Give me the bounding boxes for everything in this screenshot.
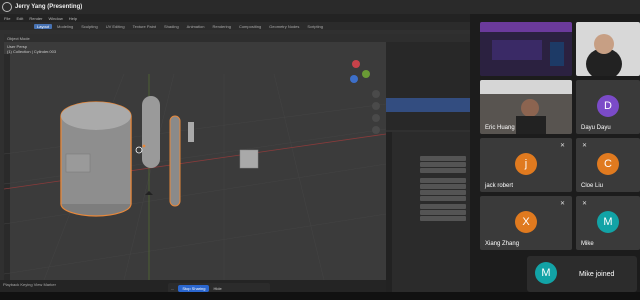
- zoom-icon: [2, 2, 12, 12]
- participant-name: Eric Huang: [485, 125, 515, 131]
- outliner-row[interactable]: [386, 63, 470, 70]
- rotation-z-field[interactable]: [420, 190, 466, 195]
- tab-sculpting[interactable]: Sculpting: [78, 24, 100, 29]
- participant-avatar: j: [515, 153, 537, 175]
- participant-name: Cloe Liu: [581, 183, 604, 189]
- toast-message: Mike joined: [579, 271, 615, 278]
- video-feed-image: [480, 22, 572, 76]
- rotation-mode-field[interactable]: [420, 196, 466, 201]
- participant-video-tile[interactable]: [480, 22, 572, 76]
- menu-edit[interactable]: Edit: [16, 16, 23, 21]
- outliner-row[interactable]: [386, 49, 470, 56]
- tab-rendering[interactable]: Rendering: [209, 24, 233, 29]
- outliner[interactable]: [386, 34, 470, 130]
- tab-texture-paint[interactable]: Texture Paint: [130, 24, 159, 29]
- tab-compositing[interactable]: Compositing: [236, 24, 264, 29]
- title-bar: Jerry Yang (Presenting): [0, 0, 640, 14]
- participant-tile[interactable]: ✕ j jack robert: [480, 138, 572, 192]
- location-x-field[interactable]: [420, 156, 466, 161]
- participant-video-tile[interactable]: [576, 22, 640, 76]
- scale-z-field[interactable]: [420, 216, 466, 221]
- cube-object[interactable]: [239, 149, 259, 169]
- participant-name: jack robert: [485, 183, 514, 189]
- rotation-x-field[interactable]: [420, 178, 466, 183]
- scale-x-field[interactable]: [420, 204, 466, 209]
- tab-modeling[interactable]: Modeling: [54, 24, 76, 29]
- participant-tile[interactable]: ✕ M Mike: [576, 196, 640, 250]
- participant-avatar: M: [597, 211, 619, 233]
- participant-avatar: X: [515, 211, 537, 233]
- participant-tile[interactable]: D Dayu Dayu: [576, 80, 640, 134]
- tab-uv-editing[interactable]: UV Editing: [103, 24, 128, 29]
- toast-avatar: M: [535, 262, 557, 284]
- blender-window: File Edit Render Window Help Layout Mode…: [0, 14, 470, 292]
- outliner-row[interactable]: [386, 84, 470, 91]
- participant-avatar: D: [597, 95, 619, 117]
- menu-file[interactable]: File: [4, 16, 10, 21]
- participant-avatar: C: [597, 153, 619, 175]
- navigation-gizmo[interactable]: [350, 60, 370, 83]
- stop-sharing-button[interactable]: Stop Sharing: [178, 284, 210, 292]
- blender-menubar: File Edit Render Window Help: [0, 14, 470, 22]
- participant-name: Xiang Zhang: [485, 241, 520, 247]
- sharing-status-text: ...: [171, 285, 175, 291]
- outliner-row[interactable]: [386, 70, 470, 77]
- muted-mic-icon: ✕: [560, 143, 566, 149]
- origin-point: [142, 144, 146, 148]
- 3d-cursor-icon: [135, 146, 143, 154]
- participant-tile[interactable]: ✕ X Xiang Zhang: [480, 196, 572, 250]
- 3d-viewport[interactable]: Object Mode User Persp (1) Collection | …: [4, 34, 386, 280]
- outliner-row[interactable]: [386, 56, 470, 63]
- hide-button[interactable]: Hide: [213, 286, 221, 291]
- thin-cylinder[interactable]: [142, 96, 160, 168]
- tab-scripting[interactable]: Scripting: [304, 24, 326, 29]
- join-notification[interactable]: M Mike joined: [527, 256, 637, 292]
- taskbar: [0, 292, 640, 300]
- location-z-field[interactable]: [420, 168, 466, 173]
- gallery-top: [470, 14, 640, 22]
- workspace-tabs: Layout Modeling Sculpting UV Editing Tex…: [0, 22, 470, 30]
- menu-help[interactable]: Help: [69, 16, 77, 21]
- participant-tile[interactable]: ✕ C Cloe Liu: [576, 138, 640, 192]
- small-pillar[interactable]: [188, 122, 194, 142]
- muted-mic-icon: ✕: [582, 143, 588, 149]
- muted-mic-icon: ✕: [560, 201, 566, 207]
- tab-animation[interactable]: Animation: [184, 24, 208, 29]
- location-y-field[interactable]: [420, 162, 466, 167]
- rotation-y-field[interactable]: [420, 184, 466, 189]
- outliner-row-selected[interactable]: [386, 105, 470, 112]
- camera-icon[interactable]: [145, 191, 153, 195]
- window-title: Jerry Yang (Presenting): [15, 4, 83, 10]
- outliner-row[interactable]: [386, 42, 470, 49]
- timeline-playback[interactable]: Playback: [3, 282, 19, 287]
- viewport-nav-buttons[interactable]: [372, 90, 380, 134]
- participant-video-tile[interactable]: Eric Huang: [480, 80, 572, 134]
- muted-mic-icon: ✕: [582, 201, 588, 207]
- outliner-row[interactable]: [386, 91, 470, 98]
- outliner-row[interactable]: [386, 77, 470, 84]
- outliner-row[interactable]: [386, 112, 470, 119]
- tab-geometry-nodes[interactable]: Geometry Nodes: [266, 24, 302, 29]
- scene-canvas: [4, 60, 386, 280]
- timeline-marker[interactable]: Marker: [43, 282, 55, 287]
- outliner-row-selected[interactable]: [386, 98, 470, 105]
- video-feed-image: [576, 22, 640, 76]
- participant-name: Dayu Dayu: [581, 125, 611, 131]
- outliner-header: [386, 34, 470, 42]
- participant-name: Mike: [581, 241, 594, 247]
- properties-panel[interactable]: [386, 132, 470, 292]
- menu-render[interactable]: Render: [29, 16, 42, 21]
- timeline-view[interactable]: View: [34, 282, 43, 287]
- timeline-keying[interactable]: Keying: [20, 282, 32, 287]
- scale-y-field[interactable]: [420, 210, 466, 215]
- attached-cube[interactable]: [65, 153, 91, 173]
- menu-window[interactable]: Window: [48, 16, 62, 21]
- properties-tabs[interactable]: [386, 132, 392, 292]
- tab-shading[interactable]: Shading: [161, 24, 182, 29]
- slim-object[interactable]: [169, 115, 181, 207]
- tab-layout[interactable]: Layout: [34, 23, 53, 29]
